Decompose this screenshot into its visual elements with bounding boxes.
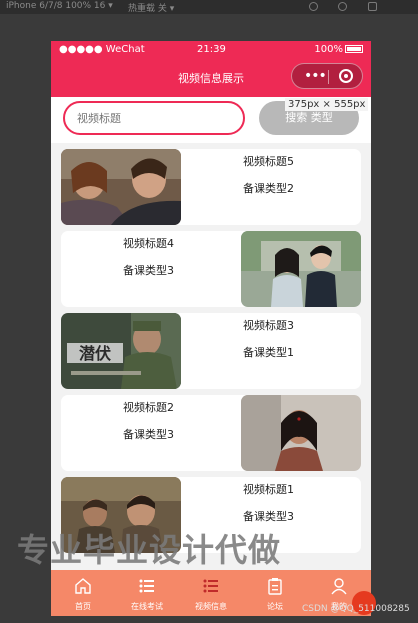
video-thumbnail[interactable] [241,395,361,471]
video-card[interactable]: 视频标题2 备课类型3 [61,395,361,471]
battery-indicator: 100% [314,44,363,55]
tab-label: 在线考试 [131,602,163,611]
video-type: 备课类型2 [243,182,294,195]
tab-label: 首页 [75,602,91,611]
video-card[interactable]: 视频标题5 备课类型2 [61,149,361,225]
user-icon [331,577,347,595]
viewport-size-label: 375px × 555px [285,98,369,111]
battery-percent: 100% [314,44,343,55]
thumbnail-image: 潜伏 [61,313,181,389]
window-icon[interactable] [368,2,377,11]
battery-icon [345,45,363,53]
tab-video-info[interactable]: 视频信息 [179,570,243,616]
status-time: 21:39 [197,44,226,55]
video-type: 备课类型3 [123,264,174,277]
video-card[interactable]: 视频标题4 备课类型3 [61,231,361,307]
video-title: 视频标题4 [123,237,174,250]
video-title: 视频标题3 [243,319,294,332]
video-card[interactable]: 潜伏 视频标题3 备课类型1 [61,313,361,389]
close-mini-program-icon[interactable] [339,69,353,83]
video-info: 视频标题3 备课类型1 [243,319,294,373]
tab-label: 论坛 [267,602,283,611]
home-icon [75,577,91,595]
capsule-divider [328,70,329,84]
video-type: 备课类型3 [123,428,174,441]
video-info: 视频标题2 备课类型3 [123,401,174,455]
list-icon [203,577,219,595]
tab-label: 视频信息 [195,602,227,611]
devtools-toolbar: iPhone 6/7/8 100% 16 ▾ 热重载 关 ▾ [0,0,418,14]
watermark-text: 专业毕业设计代做 [17,531,282,569]
signal-indicator: ●●●●● WeChat [59,44,145,55]
video-thumbnail[interactable] [241,231,361,307]
list-icon [139,577,155,595]
tab-home[interactable]: 首页 [51,570,115,616]
tab-online-exam[interactable]: 在线考试 [115,570,179,616]
svg-text:潜伏: 潜伏 [79,344,111,363]
device-selector[interactable]: iPhone 6/7/8 100% 16 ▾ [6,1,113,11]
video-type: 备课类型1 [243,346,294,359]
more-menu-icon[interactable]: ••• [304,68,327,84]
video-info: 视频标题4 备课类型3 [123,237,174,291]
video-thumbnail[interactable] [61,149,181,225]
video-title: 视频标题1 [243,483,294,496]
status-bar: ●●●●● WeChat 21:39 100% [51,41,371,59]
record-icon[interactable] [309,2,318,11]
navigation-bar: 视频信息展示 ••• [51,59,371,97]
video-thumbnail[interactable]: 潜伏 [61,313,181,389]
tab-forum[interactable]: 论坛 [243,570,307,616]
video-info: 视频标题5 备课类型2 [243,155,294,209]
thumbnail-image [241,231,361,307]
clipboard-icon [267,577,283,595]
search-input[interactable] [63,101,245,135]
csdn-credit: CSDN @QQ_511008285 [302,604,410,614]
thumbnail-image [241,395,361,471]
video-title: 视频标题2 [123,401,174,414]
video-list: 视频标题5 备课类型2 视频标题4 备课类型3 潜伏 视频标题3 备课类型1 视… [51,147,371,570]
thumbnail-image [61,149,181,225]
video-title: 视频标题5 [243,155,294,168]
settings-icon[interactable] [338,2,347,11]
hot-reload-toggle[interactable]: 热重载 关 ▾ [128,1,174,14]
mini-program-capsule: ••• [291,63,363,89]
